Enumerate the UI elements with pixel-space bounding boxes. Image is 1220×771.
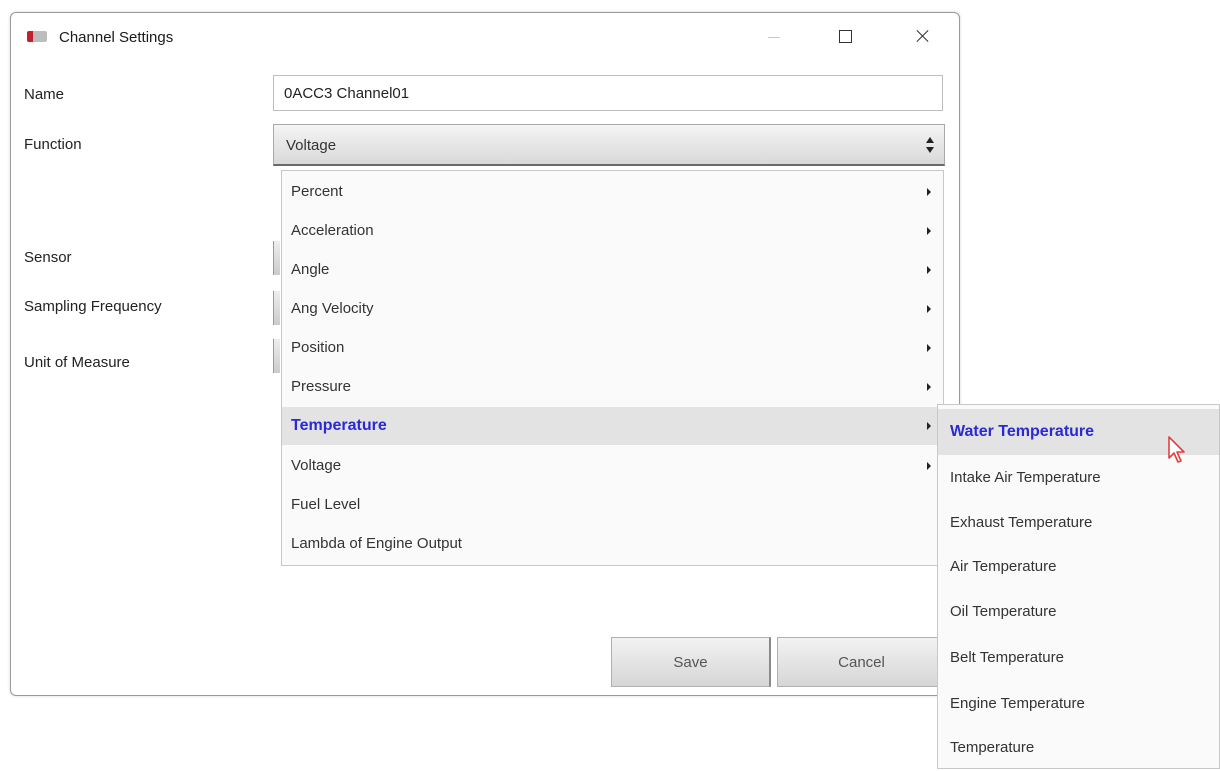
submenu-item-air-temperature[interactable]: Air Temperature bbox=[938, 544, 1219, 590]
submenu-item-exhaust-temperature[interactable]: Exhaust Temperature bbox=[938, 500, 1219, 546]
function-select[interactable]: Voltage bbox=[273, 124, 945, 166]
menu-item-label: Percent bbox=[291, 183, 343, 200]
menu-item-label: Ang Velocity bbox=[291, 300, 374, 317]
submenu-item-label: Water Temperature bbox=[950, 423, 1095, 440]
function-dropdown-menu: Percent Acceleration Angle Ang Velocity … bbox=[281, 170, 944, 566]
app-icon bbox=[27, 31, 47, 42]
submenu-arrow-icon bbox=[927, 383, 931, 391]
cancel-button[interactable]: Cancel bbox=[777, 637, 947, 687]
submenu-arrow-icon bbox=[927, 422, 931, 430]
submenu-item-label: Air Temperature bbox=[950, 558, 1057, 575]
name-label: Name bbox=[24, 86, 65, 103]
close-icon[interactable] bbox=[900, 19, 946, 55]
mouse-cursor-icon bbox=[1168, 436, 1185, 463]
menu-item-label: Temperature bbox=[291, 417, 387, 434]
menu-item-percent[interactable]: Percent bbox=[282, 173, 943, 211]
submenu-item-engine-temperature[interactable]: Engine Temperature bbox=[938, 681, 1219, 727]
submenu-item-label: Belt Temperature bbox=[950, 649, 1064, 666]
submenu-item-label: Temperature bbox=[950, 739, 1035, 756]
menu-item-voltage[interactable]: Voltage bbox=[282, 447, 943, 485]
menu-item-position[interactable]: Position bbox=[282, 329, 943, 367]
maximize-icon[interactable] bbox=[823, 19, 869, 55]
function-select-value: Voltage bbox=[286, 137, 337, 154]
submenu-arrow-icon bbox=[927, 305, 931, 313]
menu-item-ang-velocity[interactable]: Ang Velocity bbox=[282, 290, 943, 328]
submenu-item-temperature[interactable]: Temperature bbox=[938, 725, 1219, 771]
sampling-frequency-label: Sampling Frequency bbox=[24, 298, 162, 315]
submenu-item-label: Exhaust Temperature bbox=[950, 514, 1093, 531]
minimize-icon[interactable] bbox=[751, 19, 797, 55]
submenu-item-label: Intake Air Temperature bbox=[950, 469, 1101, 486]
up-down-arrows-icon bbox=[924, 133, 936, 157]
menu-item-label: Acceleration bbox=[291, 222, 374, 239]
name-input[interactable] bbox=[273, 75, 943, 111]
menu-item-label: Angle bbox=[291, 261, 330, 278]
sensor-select[interactable] bbox=[273, 241, 280, 275]
menu-item-label: Voltage bbox=[291, 457, 342, 474]
window-title: Channel Settings bbox=[59, 29, 174, 46]
submenu-arrow-icon bbox=[927, 227, 931, 235]
submenu-item-oil-temperature[interactable]: Oil Temperature bbox=[938, 589, 1219, 635]
menu-item-temperature[interactable]: Temperature bbox=[282, 407, 943, 445]
sensor-label: Sensor bbox=[24, 249, 72, 266]
save-button[interactable]: Save bbox=[611, 637, 771, 687]
menu-item-label: Position bbox=[291, 339, 345, 356]
submenu-item-belt-temperature[interactable]: Belt Temperature bbox=[938, 635, 1219, 681]
menu-item-fuel-level[interactable]: Fuel Level bbox=[282, 486, 943, 524]
submenu-item-label: Engine Temperature bbox=[950, 695, 1085, 712]
menu-item-lambda-of-engine-output[interactable]: Lambda of Engine Output bbox=[282, 525, 943, 563]
title-bar[interactable]: Channel Settings bbox=[11, 13, 959, 61]
unit-of-measure-select[interactable] bbox=[273, 339, 280, 373]
submenu-arrow-icon bbox=[927, 462, 931, 470]
menu-item-label: Lambda of Engine Output bbox=[291, 535, 462, 552]
menu-item-acceleration[interactable]: Acceleration bbox=[282, 212, 943, 250]
menu-item-pressure[interactable]: Pressure bbox=[282, 368, 943, 406]
function-label: Function bbox=[24, 136, 82, 153]
sampling-frequency-select[interactable] bbox=[273, 291, 280, 325]
submenu-arrow-icon bbox=[927, 266, 931, 274]
menu-item-label: Pressure bbox=[291, 378, 352, 395]
unit-of-measure-label: Unit of Measure bbox=[24, 354, 130, 371]
submenu-arrow-icon bbox=[927, 344, 931, 352]
submenu-item-label: Oil Temperature bbox=[950, 603, 1057, 620]
menu-item-angle[interactable]: Angle bbox=[282, 251, 943, 289]
submenu-arrow-icon bbox=[927, 188, 931, 196]
menu-item-label: Fuel Level bbox=[291, 496, 361, 513]
